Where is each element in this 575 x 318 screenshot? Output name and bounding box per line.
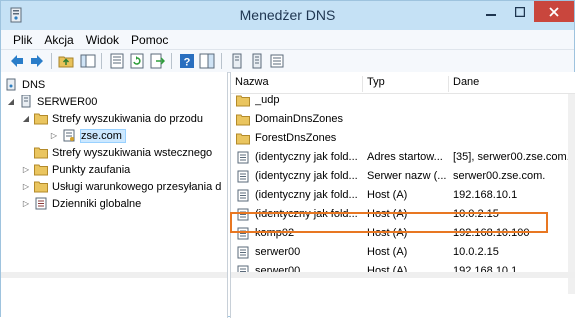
folder-icon: [236, 133, 250, 145]
expanded-arrow-icon[interactable]: ◢: [21, 114, 31, 123]
folder-icon: [236, 114, 250, 126]
column-header-type[interactable]: Typ: [363, 76, 449, 92]
tree-node-dns[interactable]: DNS: [4, 76, 45, 93]
dns-manager-window: Menedżer DNS Plik Akcja Widok Pomoc ? DN…: [0, 0, 575, 318]
cell-data: 192.168.10.1: [453, 189, 518, 201]
tree-node-reverse-zones[interactable]: Strefy wyszukiwania wstecznego: [34, 144, 212, 161]
record-icon: [237, 189, 249, 202]
list-row[interactable]: serwer00 Host (A) 10.0.2.15: [231, 243, 575, 262]
tree-label-conditional-forwarders: Usługi warunkowego przesyłania d: [52, 180, 222, 193]
folder-icon: [34, 164, 48, 176]
list-row[interactable]: (identyczny jak fold... Adres startow... […: [231, 148, 575, 167]
toolbar-separator: [51, 53, 52, 69]
cell-type: Host (A): [367, 189, 408, 201]
zone-records-icon[interactable]: [269, 53, 285, 69]
toolbar-separator: [221, 53, 222, 69]
console-tree: DNS ◢ SERWER00 ◢ Strefy wyszukiwania do …: [1, 72, 228, 318]
tree-label-trust-points: Punkty zaufania: [52, 163, 131, 176]
maximize-button[interactable]: [506, 1, 534, 22]
record-icon: [237, 246, 249, 259]
dns-icon: [6, 78, 16, 91]
record-icon: [237, 170, 249, 183]
tree-label-zone: zse.com: [80, 128, 126, 143]
export-list-icon[interactable]: [149, 53, 165, 69]
forward-arrow-icon[interactable]: [29, 53, 45, 69]
cell-type: Adres startow...: [367, 151, 443, 163]
menu-file[interactable]: Plik: [7, 33, 38, 47]
folder-icon: [236, 95, 250, 107]
title-bar[interactable]: Menedżer DNS: [1, 1, 574, 30]
server-icon[interactable]: [229, 53, 245, 69]
show-hide-console-tree-icon[interactable]: [80, 53, 96, 69]
close-icon: [549, 6, 559, 17]
folder-icon: [34, 113, 48, 125]
list-vertical-scrollbar[interactable]: [568, 94, 575, 294]
toolbar-separator: [101, 53, 102, 69]
menu-help[interactable]: Pomoc: [125, 33, 174, 47]
tree-label-server: SERWER00: [37, 95, 98, 108]
tree-label-global-logs: Dzienniki globalne: [52, 197, 142, 210]
cell-data: 10.0.2.15: [453, 246, 499, 258]
tree-node-zone[interactable]: ▷ zse.com: [49, 127, 126, 144]
cell-name: (identyczny jak fold...: [255, 170, 358, 182]
toolbar: ?: [1, 50, 574, 73]
menu-view[interactable]: Widok: [80, 33, 125, 47]
close-button[interactable]: [534, 1, 574, 22]
menu-bar: Plik Akcja Widok Pomoc: [1, 30, 574, 50]
cell-type: Host (A): [367, 246, 408, 258]
collapsed-arrow-icon[interactable]: ▷: [21, 165, 31, 174]
collapsed-arrow-icon[interactable]: ▷: [21, 199, 31, 208]
properties-list-icon[interactable]: [109, 53, 125, 69]
tree-node-server[interactable]: ◢ SERWER00: [6, 93, 97, 110]
back-arrow-icon[interactable]: [9, 53, 25, 69]
action-pane-icon[interactable]: [199, 53, 215, 69]
folder-icon: [34, 181, 48, 193]
server-icon: [21, 95, 31, 108]
help-icon[interactable]: ?: [179, 53, 195, 69]
tree-node-trust-points[interactable]: ▷ Punkty zaufania: [21, 161, 130, 178]
list-horizontal-scrollbar[interactable]: [231, 272, 575, 278]
cell-name: ForestDnsZones: [255, 132, 337, 144]
record-icon: [237, 151, 249, 164]
maximize-icon: [515, 6, 525, 17]
records-list: Nazwa Typ Dane _udp DomainDnsZones ForestD…: [230, 72, 575, 318]
expanded-arrow-icon[interactable]: ◢: [6, 97, 16, 106]
server-records-icon[interactable]: [249, 53, 265, 69]
tree-label-forward-zones: Strefy wyszukiwania do przodu: [52, 112, 204, 125]
minimize-button[interactable]: [477, 1, 505, 22]
minimize-icon: [486, 13, 496, 16]
column-header-name[interactable]: Nazwa: [231, 76, 363, 92]
log-icon: [35, 197, 47, 210]
cell-name: (identyczny jak fold...: [255, 189, 358, 201]
refresh-icon[interactable]: [129, 53, 145, 69]
collapsed-arrow-icon[interactable]: ▷: [21, 182, 31, 191]
cell-data: serwer00.zse.com.: [453, 170, 546, 182]
folder-icon: [34, 147, 48, 159]
zone-icon: [63, 129, 75, 142]
cell-name: (identyczny jak fold...: [255, 151, 358, 163]
up-folder-icon[interactable]: [58, 53, 74, 69]
cell-name: _udp: [255, 94, 280, 106]
tree-label-dns: DNS: [22, 78, 46, 91]
toolbar-separator: [171, 53, 172, 69]
cell-name: serwer00: [255, 246, 301, 258]
list-row[interactable]: (identyczny jak fold... Host (A) 192.168.1…: [231, 186, 575, 205]
cell-name: DomainDnsZones: [255, 113, 344, 125]
collapsed-arrow-icon[interactable]: ▷: [49, 131, 59, 140]
svg-text:?: ?: [184, 57, 191, 69]
tree-horizontal-scrollbar[interactable]: [1, 272, 227, 278]
tree-node-conditional-forwarders[interactable]: ▷ Usługi warunkowego przesyłania d: [21, 178, 221, 195]
column-header-data[interactable]: Dane: [449, 76, 569, 92]
menu-action[interactable]: Akcja: [38, 33, 79, 47]
list-row[interactable]: ForestDnsZones: [231, 129, 575, 148]
tree-node-global-logs[interactable]: ▷ Dzienniki globalne: [21, 195, 141, 212]
list-row[interactable]: DomainDnsZones: [231, 110, 575, 129]
highlighted-record-outline: [230, 212, 548, 233]
list-row[interactable]: (identyczny jak fold... Serwer nazw (... s…: [231, 167, 575, 186]
cell-type: Serwer nazw (...: [367, 170, 447, 182]
cell-data: [35], serwer00.zse.com.: [453, 151, 570, 163]
tree-node-forward-zones[interactable]: ◢ Strefy wyszukiwania do przodu: [21, 110, 203, 127]
list-row[interactable]: _udp: [231, 91, 575, 110]
tree-label-reverse-zones: Strefy wyszukiwania wstecznego: [52, 146, 213, 159]
